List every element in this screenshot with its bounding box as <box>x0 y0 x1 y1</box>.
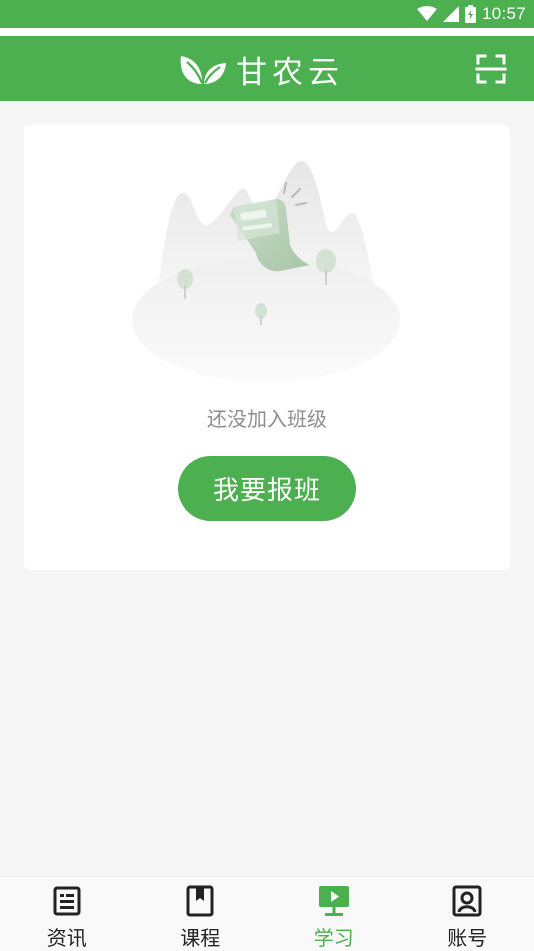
empty-class-card: 还没加入班级 我要报班 <box>24 125 510 570</box>
enroll-class-button[interactable]: 我要报班 <box>178 456 356 521</box>
battery-icon <box>465 5 476 23</box>
study-screen-icon <box>318 885 350 917</box>
status-time: 10:57 <box>482 4 526 24</box>
leaf-logo-icon <box>178 52 228 86</box>
nav-item-account[interactable]: 账号 <box>401 877 534 951</box>
scan-button[interactable] <box>475 53 507 85</box>
wifi-icon <box>417 6 437 22</box>
bottom-navigation: 资讯 课程 学习 账号 <box>0 876 534 951</box>
nav-label-account: 账号 <box>401 922 534 951</box>
empty-state-message: 还没加入班级 <box>24 403 510 432</box>
empty-illustration <box>130 155 404 385</box>
news-icon <box>51 885 83 917</box>
app-logo: 甘农云 <box>178 49 344 89</box>
status-divider <box>0 28 534 36</box>
nav-item-news[interactable]: 资讯 <box>0 877 134 951</box>
signal-icon <box>443 6 459 22</box>
status-bar: 10:57 <box>0 0 534 28</box>
scan-icon <box>475 53 507 85</box>
nav-item-courses[interactable]: 课程 <box>134 877 268 951</box>
account-icon <box>451 885 483 917</box>
app-title: 甘农云 <box>236 47 344 92</box>
nav-label-study: 学习 <box>267 922 401 951</box>
status-icons: 10:57 <box>417 3 526 25</box>
nav-item-study[interactable]: 学习 <box>267 877 401 951</box>
course-book-icon <box>184 885 216 917</box>
nav-label-news: 资讯 <box>0 922 134 951</box>
nav-label-courses: 课程 <box>134 922 268 951</box>
app-header: 甘农云 <box>0 36 534 101</box>
